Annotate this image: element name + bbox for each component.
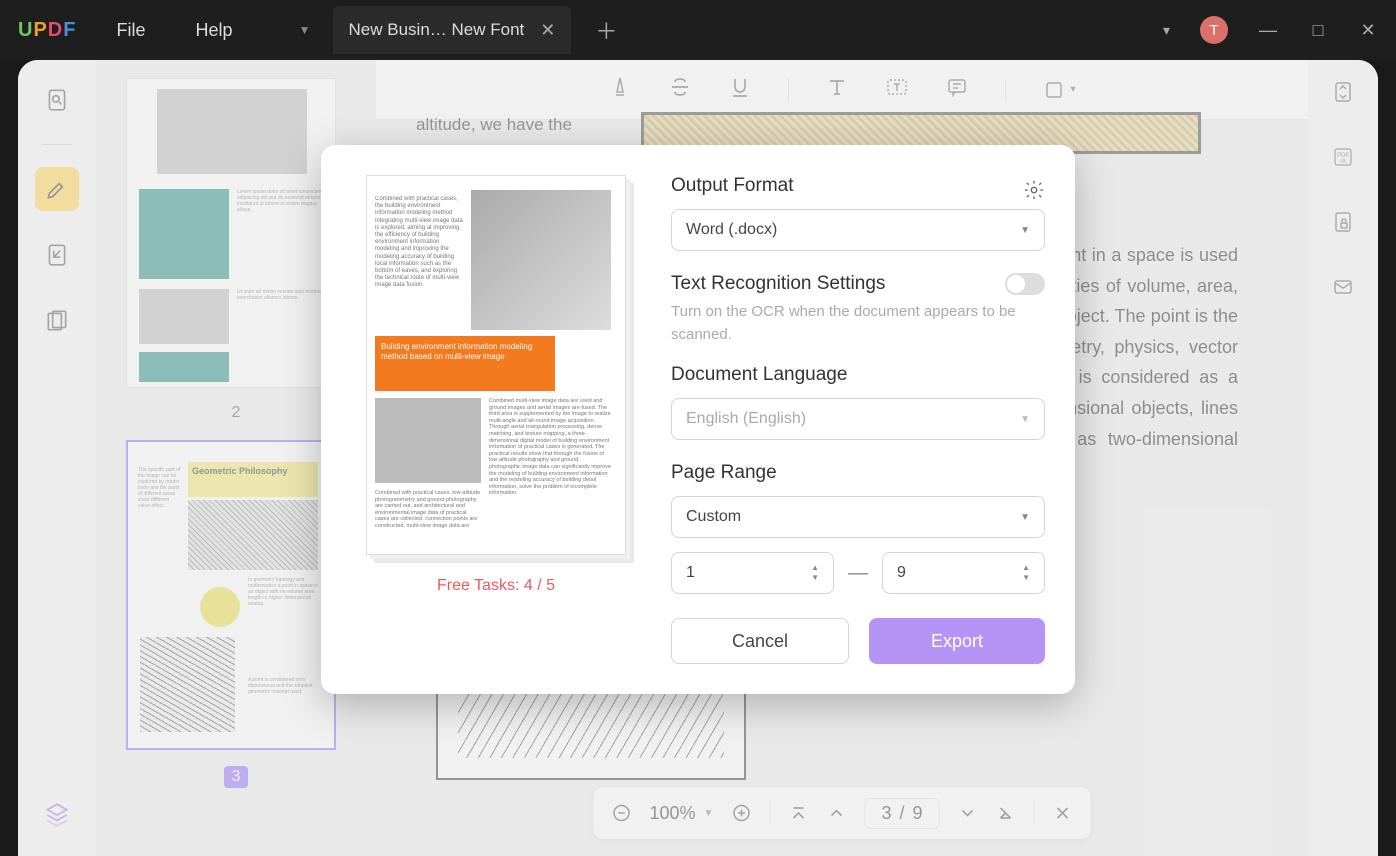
chevron-down-icon[interactable]: ▾: [1163, 22, 1170, 39]
language-select[interactable]: English (English)▼: [671, 398, 1045, 440]
document-tab[interactable]: New Busin… New Font ✕: [333, 6, 572, 54]
window-minimize-icon[interactable]: —: [1258, 20, 1278, 41]
spinner-arrows-icon[interactable]: ▲▼: [811, 564, 819, 582]
user-avatar[interactable]: T: [1200, 16, 1228, 44]
page-range-label: Page Range: [671, 462, 1045, 484]
modal-backdrop: Combined with practical cases, the build…: [18, 60, 1378, 856]
window-close-icon[interactable]: ✕: [1358, 20, 1378, 41]
menu-file[interactable]: File: [116, 20, 145, 41]
output-format-label: Output Format: [671, 175, 794, 197]
preview-title: Building environment information modelin…: [375, 336, 555, 391]
tab-title: New Busin… New Font: [349, 20, 525, 40]
settings-gear-icon[interactable]: [1023, 179, 1045, 206]
titlebar: UPDF File Help ▼ New Busin… New Font ✕ ＋…: [0, 0, 1396, 60]
language-label: Document Language: [671, 364, 1045, 386]
close-tab-icon[interactable]: ✕: [540, 20, 555, 41]
tab-list-dropdown-icon[interactable]: ▼: [293, 18, 317, 42]
window-maximize-icon[interactable]: □: [1308, 20, 1328, 41]
app-logo: UPDF: [18, 19, 76, 42]
spinner-arrows-icon[interactable]: ▲▼: [1022, 564, 1030, 582]
range-to-input[interactable]: 9 ▲▼: [882, 552, 1045, 594]
range-dash: —: [848, 562, 868, 585]
output-format-select[interactable]: Word (.docx)▼: [671, 209, 1045, 251]
ocr-hint: Turn on the OCR when the document appear…: [671, 301, 1045, 346]
page-range-select[interactable]: Custom▼: [671, 496, 1045, 538]
export-modal: Combined with practical cases, the build…: [321, 145, 1075, 694]
ocr-label: Text Recognition Settings: [671, 273, 885, 295]
ocr-toggle[interactable]: [1005, 273, 1045, 295]
main-frame: Lorem ipsum dolor sit amet consectetur a…: [18, 60, 1378, 856]
free-tasks-label: Free Tasks: 4 / 5: [437, 577, 555, 595]
add-tab-icon[interactable]: ＋: [595, 14, 617, 46]
export-button[interactable]: Export: [869, 618, 1045, 664]
range-from-input[interactable]: 1 ▲▼: [671, 552, 834, 594]
cancel-button[interactable]: Cancel: [671, 618, 849, 664]
modal-preview-thumbnail: Combined with practical cases, the build…: [366, 175, 626, 555]
menu-help[interactable]: Help: [195, 20, 232, 41]
